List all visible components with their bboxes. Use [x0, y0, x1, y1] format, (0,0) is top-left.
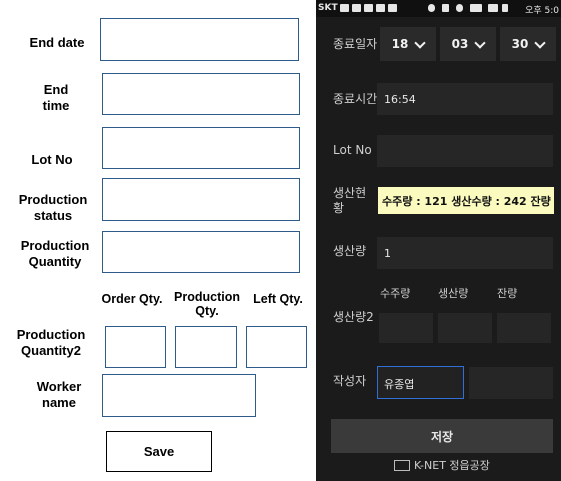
author-value: 유종엽 — [384, 378, 415, 391]
end-time-value: 16:54 — [384, 93, 416, 106]
carrier-label: SKT — [318, 3, 338, 13]
production-qty2-label-kr: 생산량2 — [333, 310, 374, 324]
company-logo-icon — [394, 459, 410, 471]
notification-icon — [364, 4, 373, 12]
order-qty-header: Order Qty. — [101, 292, 163, 306]
day-value: 30 — [511, 37, 529, 51]
production-qty-input[interactable] — [175, 326, 237, 368]
save-button[interactable]: Save — [106, 431, 212, 472]
production-status-field: 수주량 : 121 생산수량 : 242 잔량 : — [378, 187, 554, 214]
end-date-label-kr: 종료일자 — [333, 37, 378, 51]
left-qty-header: Left Qty. — [253, 292, 303, 306]
chevron-down-icon — [414, 36, 427, 49]
day-select[interactable]: 30 — [500, 27, 556, 61]
alarm-icon — [456, 4, 463, 12]
wireframe-panel: End date End time Lot No Production stat… — [0, 0, 316, 481]
production-qty-field[interactable] — [377, 237, 553, 269]
worker-name-input[interactable] — [102, 374, 256, 417]
lot-no-field[interactable] — [377, 135, 553, 167]
year-select[interactable]: 18 — [380, 27, 436, 61]
month-value: 03 — [451, 37, 469, 51]
production-quantity2-label: Production Quantity2 — [16, 327, 86, 358]
end-time-label: End time — [42, 82, 70, 113]
lot-no-input[interactable] — [102, 127, 300, 169]
end-time-label-kr: 종료시간 — [333, 92, 378, 106]
notification-icon — [388, 4, 397, 12]
production-qty-header: Production Qty. — [174, 290, 240, 318]
end-date-input[interactable] — [100, 18, 299, 61]
production-qty-value: 1 — [384, 247, 391, 260]
month-select[interactable]: 03 — [440, 27, 496, 61]
notification-icon — [376, 4, 385, 12]
lot-no-label: Lot No — [31, 152, 73, 167]
notification-icon — [340, 4, 349, 12]
left-qty-header-kr: 잔량 — [497, 287, 518, 300]
production-quantity-input[interactable] — [102, 231, 300, 273]
production-status-label: Production status — [18, 192, 88, 223]
status-bar: SKT 오후 5:0 — [316, 0, 561, 17]
end-date-label: End date — [29, 35, 85, 50]
battery-icon — [502, 4, 508, 12]
order-qty-header-kr: 수주량 — [380, 287, 411, 300]
order-qty-input[interactable] — [105, 326, 166, 368]
left-qty-input[interactable] — [246, 326, 307, 368]
production-status-input[interactable] — [102, 178, 300, 221]
production-status-label-kr: 생산현황 — [333, 186, 367, 215]
lot-no-label-kr: Lot No — [333, 143, 372, 157]
signal-icon — [488, 4, 498, 12]
author-label-kr: 작성자 — [333, 374, 367, 388]
status-time: 오후 5:0 — [525, 6, 559, 16]
author-extra-field[interactable] — [469, 367, 553, 399]
save-button-kr[interactable]: 저장 — [331, 419, 553, 453]
network-icon — [442, 4, 449, 12]
left-qty-field-kr[interactable] — [497, 313, 551, 343]
footer-text: K-NET 정읍공장 — [414, 459, 490, 472]
order-qty-field-kr[interactable] — [379, 313, 433, 343]
chevron-down-icon — [534, 36, 547, 49]
nfc-icon — [428, 4, 435, 12]
production-qty-label-kr: 생산량 — [333, 244, 367, 258]
production-qty-field-kr[interactable] — [438, 313, 492, 343]
footer: K-NET 정읍공장 — [394, 457, 490, 473]
production-qty-header-kr: 생산량 — [438, 287, 469, 300]
notification-icon — [352, 4, 361, 12]
end-time-input[interactable] — [102, 73, 300, 115]
hd-voice-icon — [470, 4, 482, 12]
worker-name-label: Worker name — [36, 379, 82, 410]
year-value: 18 — [391, 37, 409, 51]
chevron-down-icon — [474, 36, 487, 49]
production-quantity-label: Production Quantity — [20, 238, 90, 269]
